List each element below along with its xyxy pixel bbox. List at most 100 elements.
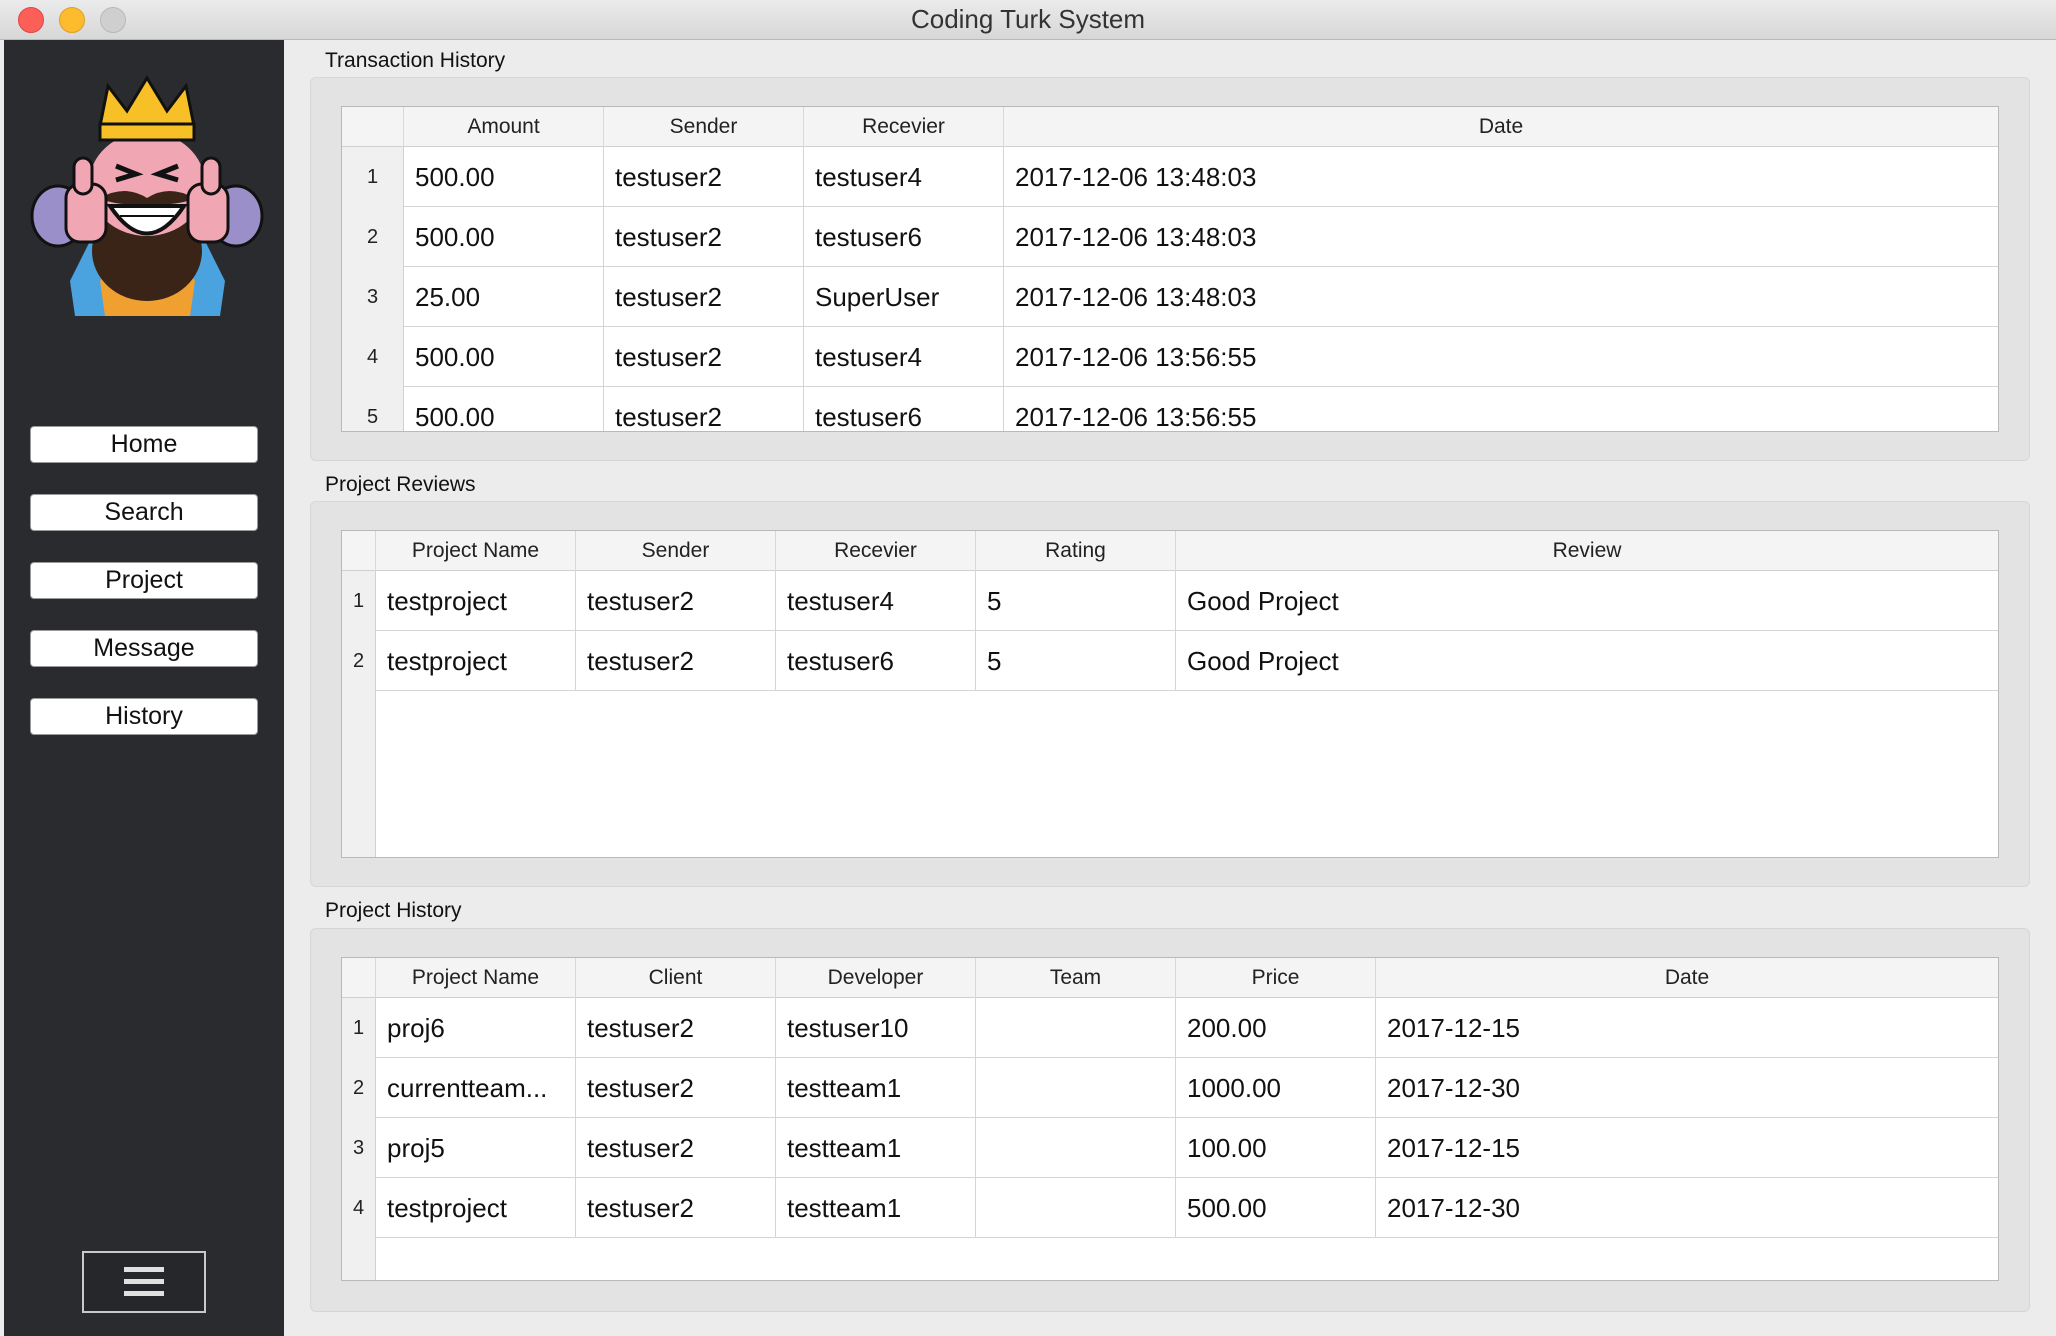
- column-header-project-name[interactable]: Project Name: [376, 531, 576, 571]
- project-history-group: Project Name Client Developer Team Price…: [310, 928, 2030, 1312]
- cell-amount: 25.00: [404, 267, 604, 327]
- cell-sender: testuser2: [576, 631, 776, 691]
- history-button[interactable]: History: [30, 698, 258, 735]
- cell-team: [976, 998, 1176, 1058]
- table-row[interactable]: 2 500.00 testuser2 testuser6 2017-12-06 …: [342, 207, 1998, 267]
- cell-review: Good Project: [1187, 586, 1339, 616]
- table-header: Project Name Client Developer Team Price…: [342, 958, 1998, 998]
- cell-sender: testuser2: [604, 207, 804, 267]
- column-header-sender[interactable]: Sender: [604, 107, 804, 147]
- cell-date: 2017-12-15: [1387, 1013, 1520, 1043]
- project-history-table[interactable]: Project Name Client Developer Team Price…: [341, 957, 1999, 1281]
- search-button[interactable]: Search: [30, 494, 258, 531]
- column-header-rating[interactable]: Rating: [976, 531, 1176, 571]
- cell-team: [976, 1058, 1176, 1118]
- crown-king-logo-icon: [30, 66, 264, 316]
- table-row[interactable]: 3 25.00 testuser2 SuperUser 2017-12-06 1…: [342, 267, 1998, 327]
- row-number: 2: [342, 1058, 376, 1118]
- cell-amount: 500.00: [404, 327, 604, 387]
- row-number: 3: [342, 1118, 376, 1178]
- transaction-history-group: Amount Sender Recevier Date 1 500.00 tes…: [310, 77, 2030, 461]
- cell-client: testuser2: [576, 1178, 776, 1238]
- column-header-project-name[interactable]: Project Name: [376, 958, 576, 998]
- cell-rating: 5: [976, 631, 1176, 691]
- cell-date: 2017-12-06 13:48:03: [1015, 222, 1257, 252]
- column-header-sender[interactable]: Sender: [576, 531, 776, 571]
- hamburger-menu-button[interactable]: [82, 1251, 206, 1313]
- project-reviews-title: Project Reviews: [325, 473, 476, 496]
- cell-client: testuser2: [576, 998, 776, 1058]
- cell-date: 2017-12-06 13:48:03: [1015, 162, 1257, 192]
- cell-developer: testuser10: [776, 998, 976, 1058]
- cell-project-name: proj6: [376, 998, 576, 1058]
- cell-date: 2017-12-30: [1387, 1073, 1520, 1103]
- cell-price: 500.00: [1176, 1178, 1376, 1238]
- row-number: 2: [342, 631, 376, 691]
- cell-date: 2017-12-06 13:56:55: [1015, 342, 1257, 372]
- row-number: 1: [342, 998, 376, 1058]
- cell-receiver: SuperUser: [804, 267, 1004, 327]
- column-header-review[interactable]: Review: [1176, 531, 1998, 571]
- column-header-client[interactable]: Client: [576, 958, 776, 998]
- row-number: 4: [342, 1178, 376, 1238]
- cell-developer: testteam1: [776, 1118, 976, 1178]
- cell-rating: 5: [976, 571, 1176, 631]
- project-button[interactable]: Project: [30, 562, 258, 599]
- cell-client: testuser2: [576, 1118, 776, 1178]
- cell-receiver: testuser6: [804, 207, 1004, 267]
- table-row[interactable]: 4 testproject testuser2 testteam1 500.00…: [342, 1178, 1998, 1238]
- cell-sender: testuser2: [576, 571, 776, 631]
- cell-project-name: currentteam...: [376, 1058, 576, 1118]
- table-row[interactable]: 1 500.00 testuser2 testuser4 2017-12-06 …: [342, 147, 1998, 207]
- table-row[interactable]: 3 proj5 testuser2 testteam1 100.00 2017-…: [342, 1118, 1998, 1178]
- cell-review: Good Project: [1187, 646, 1339, 676]
- cell-receiver: testuser4: [776, 571, 976, 631]
- cell-sender: testuser2: [604, 147, 804, 207]
- cell-receiver: testuser4: [804, 147, 1004, 207]
- cell-sender: testuser2: [604, 267, 804, 327]
- cell-price: 1000.00: [1176, 1058, 1376, 1118]
- table-row[interactable]: 4 500.00 testuser2 testuser4 2017-12-06 …: [342, 327, 1998, 387]
- row-number: 2: [342, 207, 404, 267]
- reviews-table[interactable]: Project Name Sender Recevier Rating Revi…: [341, 530, 1999, 858]
- message-button[interactable]: Message: [30, 630, 258, 667]
- column-header-team[interactable]: Team: [976, 958, 1176, 998]
- sidebar: Home Search Project Message History: [4, 40, 284, 1336]
- cell-amount: 500.00: [404, 147, 604, 207]
- transaction-table[interactable]: Amount Sender Recevier Date 1 500.00 tes…: [341, 106, 1999, 432]
- app-window: Coding Turk System Home Search Project M…: [0, 0, 2056, 1336]
- table-header: Project Name Sender Recevier Rating Revi…: [342, 531, 1998, 571]
- column-header-developer[interactable]: Developer: [776, 958, 976, 998]
- cell-amount: 500.00: [404, 207, 604, 267]
- column-header-date[interactable]: Date: [1004, 107, 1998, 147]
- cell-date: 2017-12-06 13:48:03: [1015, 282, 1257, 312]
- column-header-receiver[interactable]: Recevier: [804, 107, 1004, 147]
- table-row[interactable]: 2 testproject testuser2 testuser6 5 Good…: [342, 631, 1998, 691]
- cell-amount: 500.00: [404, 387, 604, 431]
- column-header-amount[interactable]: Amount: [404, 107, 604, 147]
- project-history-title: Project History: [325, 899, 462, 922]
- column-header-date[interactable]: Date: [1376, 958, 1998, 998]
- column-header-receiver[interactable]: Recevier: [776, 531, 976, 571]
- cell-project-name: testproject: [376, 571, 576, 631]
- row-number: 3: [342, 267, 404, 327]
- cell-developer: testteam1: [776, 1178, 976, 1238]
- row-number: 1: [342, 571, 376, 631]
- home-button[interactable]: Home: [30, 426, 258, 463]
- cell-date: 2017-12-06 13:56:55: [1015, 402, 1257, 432]
- cell-date: 2017-12-15: [1387, 1133, 1520, 1163]
- window-title: Coding Turk System: [910, 4, 1146, 34]
- cell-date: 2017-12-30: [1387, 1193, 1520, 1223]
- hamburger-menu-icon: [124, 1267, 164, 1296]
- cell-team: [976, 1178, 1176, 1238]
- table-row[interactable]: 1 proj6 testuser2 testuser10 200.00 2017…: [342, 998, 1998, 1058]
- project-reviews-group: Project Name Sender Recevier Rating Revi…: [310, 501, 2030, 887]
- table-row[interactable]: 1 testproject testuser2 testuser4 5 Good…: [342, 571, 1998, 631]
- cell-price: 100.00: [1176, 1118, 1376, 1178]
- table-row[interactable]: 5 500.00 testuser2 testuser6 2017-12-06 …: [342, 387, 1998, 432]
- table-row[interactable]: 2 currentteam... testuser2 testteam1 100…: [342, 1058, 1998, 1118]
- table-header: Amount Sender Recevier Date: [342, 107, 1998, 147]
- cell-project-name: proj5: [376, 1118, 576, 1178]
- column-header-price[interactable]: Price: [1176, 958, 1376, 998]
- cell-team: [976, 1118, 1176, 1178]
